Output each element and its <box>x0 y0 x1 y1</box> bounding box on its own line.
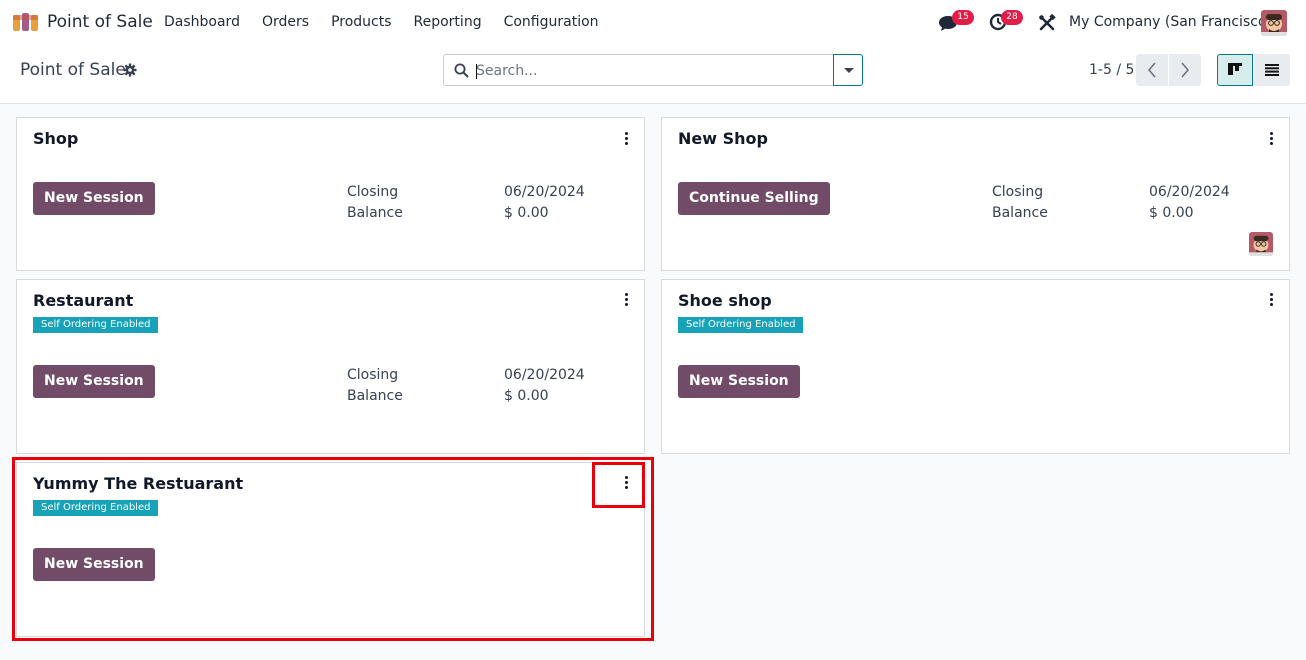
app-name[interactable]: Point of Sale <box>47 12 153 32</box>
tools-icon[interactable] <box>1038 14 1056 32</box>
new-session-button[interactable]: New Session <box>33 182 155 215</box>
caret-down-icon <box>844 68 854 73</box>
menu-configuration[interactable]: Configuration <box>504 14 599 30</box>
chevron-right-icon <box>1181 62 1190 78</box>
continue-selling-button[interactable]: Continue Selling <box>678 182 830 215</box>
card-title[interactable]: Shoe shop <box>678 291 772 310</box>
new-session-button[interactable]: New Session <box>678 365 800 398</box>
search-bar <box>443 54 834 86</box>
menu-orders[interactable]: Orders <box>262 14 309 30</box>
app-logo-icon[interactable] <box>12 12 40 32</box>
card-title[interactable]: New Shop <box>678 129 768 148</box>
closing-value: 06/20/2024 <box>1149 184 1230 200</box>
pos-card-new-shop: New Shop Continue Selling Closing Balanc… <box>661 117 1290 271</box>
pager-next-button[interactable] <box>1169 54 1201 86</box>
card-title[interactable]: Shop <box>33 129 78 148</box>
kebab-menu-icon[interactable] <box>616 127 636 149</box>
kebab-menu-icon[interactable] <box>1261 288 1281 310</box>
balance-label: Balance <box>347 205 403 221</box>
kebab-menu-icon[interactable] <box>616 471 636 493</box>
kanban-view-button[interactable] <box>1217 54 1253 86</box>
breadcrumb: Point of Sale <box>20 60 126 80</box>
closing-value: 06/20/2024 <box>504 367 585 383</box>
balance-value: $ 0.00 <box>504 388 549 404</box>
session-user-avatar <box>1249 232 1273 256</box>
pos-card-restaurant: Restaurant Self Ordering Enabled New Ses… <box>16 279 645 454</box>
kanban-view-icon <box>1228 63 1242 75</box>
pager-previous-button[interactable] <box>1136 54 1168 86</box>
new-session-button[interactable]: New Session <box>33 365 155 398</box>
search-input[interactable] <box>476 60 816 82</box>
closing-value: 06/20/2024 <box>504 184 585 200</box>
kebab-menu-icon[interactable] <box>1261 127 1281 149</box>
text-caret <box>476 64 477 79</box>
user-avatar[interactable] <box>1261 10 1287 36</box>
list-view-button[interactable] <box>1254 54 1290 86</box>
list-view-icon <box>1265 64 1279 76</box>
messages-badge: 15 <box>952 10 974 25</box>
control-panel: Point of Sale 1-5 / 5 <box>0 46 1306 104</box>
pos-card-shoe-shop: Shoe shop Self Ordering Enabled New Sess… <box>661 279 1290 454</box>
menu-reporting[interactable]: Reporting <box>414 14 482 30</box>
menu-dashboard[interactable]: Dashboard <box>164 14 240 30</box>
closing-label: Closing <box>992 184 1044 200</box>
pager-value[interactable]: 1-5 / 5 <box>1089 62 1134 78</box>
balance-label: Balance <box>347 388 403 404</box>
card-title[interactable]: Restaurant <box>33 291 133 310</box>
gear-icon[interactable] <box>123 63 137 77</box>
top-navbar: Point of Sale Dashboard Orders Products … <box>0 0 1306 46</box>
kebab-menu-icon[interactable] <box>616 288 636 310</box>
card-title[interactable]: Yummy The Restuarant <box>33 474 243 493</box>
pos-card-yummy-restaurant: Yummy The Restuarant Self Ordering Enabl… <box>16 462 645 637</box>
activities-badge: 28 <box>1001 10 1023 25</box>
main-menu: Dashboard Orders Products Reporting Conf… <box>164 14 621 30</box>
self-ordering-tag: Self Ordering Enabled <box>678 317 804 333</box>
closing-label: Closing <box>347 184 399 200</box>
company-switcher[interactable]: My Company (San Francisco) <box>1069 14 1272 30</box>
balance-value: $ 0.00 <box>1149 205 1194 221</box>
balance-label: Balance <box>992 205 1048 221</box>
chevron-left-icon <box>1147 62 1156 78</box>
new-session-button[interactable]: New Session <box>33 548 155 581</box>
menu-products[interactable]: Products <box>331 14 391 30</box>
self-ordering-tag: Self Ordering Enabled <box>33 317 159 333</box>
closing-label: Closing <box>347 367 399 383</box>
pos-card-shop: Shop New Session Closing Balance 06/20/2… <box>16 117 645 271</box>
self-ordering-tag: Self Ordering Enabled <box>33 500 159 516</box>
search-options-toggle[interactable] <box>833 54 863 86</box>
balance-value: $ 0.00 <box>504 205 549 221</box>
search-icon <box>454 63 469 78</box>
